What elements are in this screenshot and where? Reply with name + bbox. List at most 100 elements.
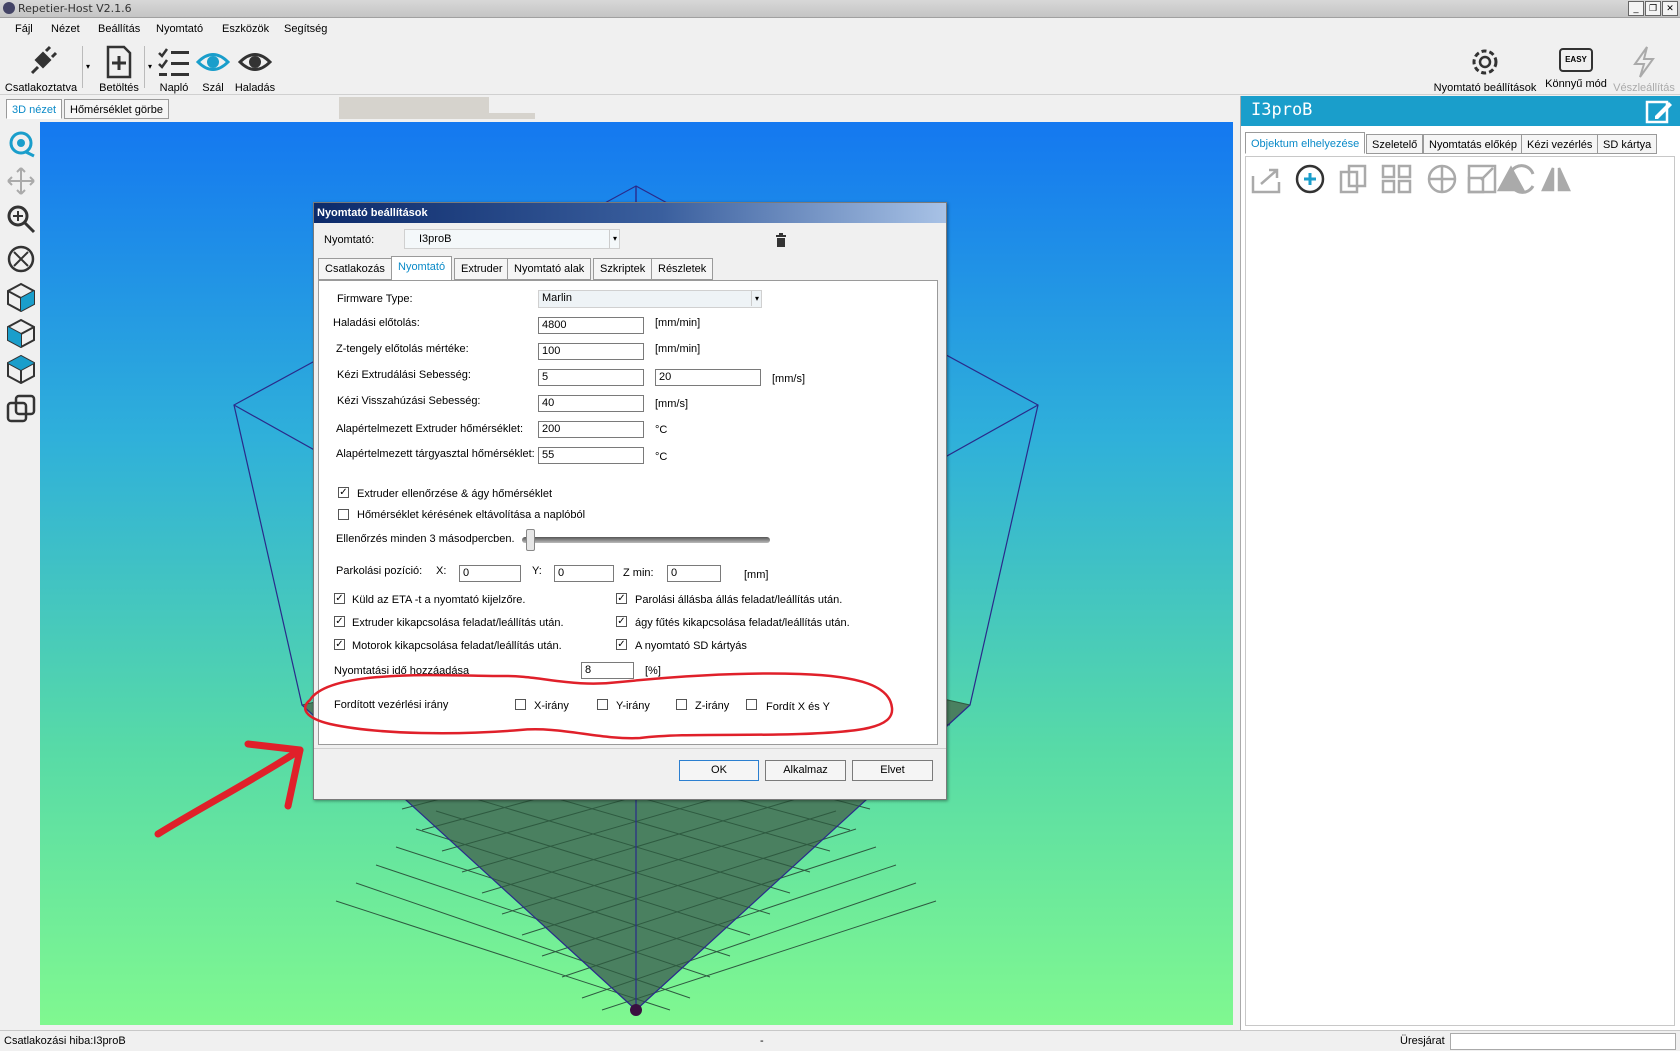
menu-tools[interactable]: Eszközök bbox=[222, 23, 269, 35]
log-button[interactable]: Napló bbox=[156, 40, 192, 94]
extruder-check-checkbox[interactable]: ✓ bbox=[338, 487, 349, 498]
print-time-unit: [%] bbox=[645, 665, 661, 677]
print-time-input[interactable]: 8 bbox=[581, 662, 634, 679]
object-placement-panel bbox=[1245, 156, 1675, 1026]
tab-slicer[interactable]: Szeletelő bbox=[1366, 134, 1424, 154]
travel-feedrate-input[interactable]: 4800 bbox=[538, 317, 644, 334]
apply-button[interactable]: Alkalmaz bbox=[765, 760, 846, 781]
remove-temp-label: Hőmérséklet kérésének eltávolítása a nap… bbox=[357, 509, 586, 521]
printer-settings-button[interactable]: Nyomtató beállítások bbox=[1432, 40, 1538, 94]
extruder-temp-input[interactable]: 200 bbox=[538, 421, 644, 438]
tab-3d-view[interactable]: 3D nézet bbox=[6, 99, 63, 119]
extruder-off-label: Extruder kikapcsolása feladat/leállítás … bbox=[352, 617, 564, 629]
tab-details[interactable]: Részletek bbox=[651, 258, 714, 280]
restore-button[interactable]: ❐ bbox=[1645, 1, 1661, 16]
send-eta-checkbox[interactable]: ✓ bbox=[334, 593, 345, 604]
load-button[interactable]: Betöltés bbox=[96, 40, 142, 94]
printer-header: I3proB bbox=[1241, 96, 1680, 126]
check-interval-slider[interactable] bbox=[522, 537, 770, 543]
bed-temp-input[interactable]: 55 bbox=[538, 447, 644, 464]
tab-connection[interactable]: Csatlakozás bbox=[318, 258, 392, 280]
motors-off-checkbox[interactable]: ✓ bbox=[334, 639, 345, 650]
menu-file[interactable]: Fájl bbox=[15, 23, 33, 35]
invert-x-label: X-irány bbox=[534, 700, 569, 712]
checklist-icon bbox=[158, 48, 189, 76]
tab-scripts[interactable]: Szkriptek bbox=[593, 258, 653, 280]
sd-card-checkbox[interactable]: ✓ bbox=[616, 639, 627, 650]
tab-temperature-curve[interactable]: Hőmérséklet görbe bbox=[64, 99, 169, 119]
object-toolbar bbox=[1251, 164, 1571, 194]
zoom-icon[interactable] bbox=[6, 204, 36, 234]
park-z-label: Z min: bbox=[623, 567, 654, 579]
edit-icon[interactable] bbox=[1645, 98, 1673, 126]
park-unit: [mm] bbox=[744, 569, 769, 581]
tab-object-placement[interactable]: Objektum elhelyezése bbox=[1245, 132, 1366, 154]
extruder-temp-unit: °C bbox=[655, 424, 668, 436]
tab-printer[interactable]: Nyomtató bbox=[391, 256, 453, 281]
connect-dropdown-icon[interactable]: ▾ bbox=[86, 62, 90, 71]
toolbar: Csatlakoztatva ▾ Betöltés ▾ Napló Szál H bbox=[0, 40, 1680, 95]
tab-extruder[interactable]: Extruder bbox=[454, 258, 510, 280]
invert-x-checkbox[interactable] bbox=[515, 699, 526, 710]
advanced-button[interactable]: Haladás bbox=[234, 40, 276, 94]
slider-handle[interactable] bbox=[526, 529, 535, 551]
view-tools bbox=[0, 122, 40, 1025]
extrude-speed-input-1[interactable]: 5 bbox=[538, 369, 644, 386]
cancel-button[interactable]: Elvet bbox=[852, 760, 933, 781]
emergency-stop-button[interactable]: Vészleállítás bbox=[1612, 40, 1676, 94]
connect-button[interactable]: Csatlakoztatva bbox=[2, 40, 80, 94]
load-dropdown-icon[interactable]: ▾ bbox=[148, 62, 152, 71]
tab-manual-control[interactable]: Kézi vezérlés bbox=[1521, 134, 1599, 154]
menu-settings[interactable]: Beállítás bbox=[98, 23, 140, 35]
cube-front-icon[interactable] bbox=[6, 282, 36, 312]
fit-view-icon[interactable] bbox=[6, 244, 36, 274]
z-feedrate-input[interactable]: 100 bbox=[538, 343, 644, 360]
cube-top-icon[interactable] bbox=[6, 354, 36, 384]
extrude-speed-input-2[interactable]: 20 bbox=[655, 369, 761, 386]
retract-speed-input[interactable]: 40 bbox=[538, 395, 644, 412]
move-icon[interactable] bbox=[6, 166, 36, 196]
bed-off-checkbox[interactable]: ✓ bbox=[616, 616, 627, 627]
retract-speed-unit: [mm/s] bbox=[655, 398, 688, 410]
easy-badge-icon: EASY bbox=[1559, 48, 1593, 72]
park-after-job-checkbox[interactable]: ✓ bbox=[616, 593, 627, 604]
trash-icon[interactable] bbox=[774, 233, 788, 247]
extrude-speed-unit: [mm/s] bbox=[772, 373, 805, 385]
easy-mode-button[interactable]: EASY Könnyű mód bbox=[1544, 40, 1608, 94]
invert-z-checkbox[interactable] bbox=[676, 699, 687, 710]
toolbar-divider bbox=[144, 46, 145, 88]
bed-temp-unit: °C bbox=[655, 451, 668, 463]
window-title: Repetier-Host V2.1.6 bbox=[18, 2, 132, 15]
invert-direction-label: Fordított vezérlési irány bbox=[334, 699, 449, 711]
travel-feedrate-unit: [mm/min] bbox=[655, 317, 701, 329]
close-button[interactable]: ✕ bbox=[1662, 1, 1678, 16]
menu-help[interactable]: Segítség bbox=[284, 23, 327, 35]
rotate-icon[interactable] bbox=[6, 128, 36, 158]
park-x-label: X: bbox=[436, 565, 447, 577]
printer-select[interactable]: I3proB ▾ bbox=[404, 229, 620, 249]
parallel-view-icon[interactable] bbox=[6, 394, 36, 424]
park-y-input[interactable]: 0 bbox=[554, 565, 614, 582]
park-position-label: Parkolási pozíció: bbox=[336, 565, 423, 577]
app-icon bbox=[3, 2, 15, 14]
extruder-off-checkbox[interactable]: ✓ bbox=[334, 616, 345, 627]
swap-xy-checkbox[interactable] bbox=[746, 699, 757, 710]
filament-button[interactable]: Szál bbox=[196, 40, 230, 94]
cube-side-icon[interactable] bbox=[6, 318, 36, 348]
invert-y-checkbox[interactable] bbox=[597, 699, 608, 710]
park-x-input[interactable]: 0 bbox=[459, 565, 521, 582]
minimize-button[interactable]: _ bbox=[1628, 1, 1644, 16]
park-z-input[interactable]: 0 bbox=[667, 565, 721, 582]
title-bar: Repetier-Host V2.1.6 _ ❐ ✕ bbox=[0, 0, 1680, 18]
status-idle: Üresjárat bbox=[1400, 1035, 1445, 1047]
tab-print-preview[interactable]: Nyomtatás előkép bbox=[1423, 134, 1524, 154]
ok-button[interactable]: OK bbox=[679, 760, 759, 781]
menu-printer[interactable]: Nyomtató bbox=[156, 23, 203, 35]
firmware-select[interactable]: Marlin ▾ bbox=[538, 290, 762, 308]
remove-temp-checkbox[interactable] bbox=[338, 509, 349, 520]
menu-view[interactable]: Nézet bbox=[51, 23, 80, 35]
tab-printer-shape[interactable]: Nyomtató alak bbox=[507, 258, 592, 280]
center-icon bbox=[1427, 164, 1457, 194]
tab-sd-card[interactable]: SD kártya bbox=[1597, 134, 1658, 154]
z-feedrate-unit: [mm/min] bbox=[655, 343, 701, 355]
